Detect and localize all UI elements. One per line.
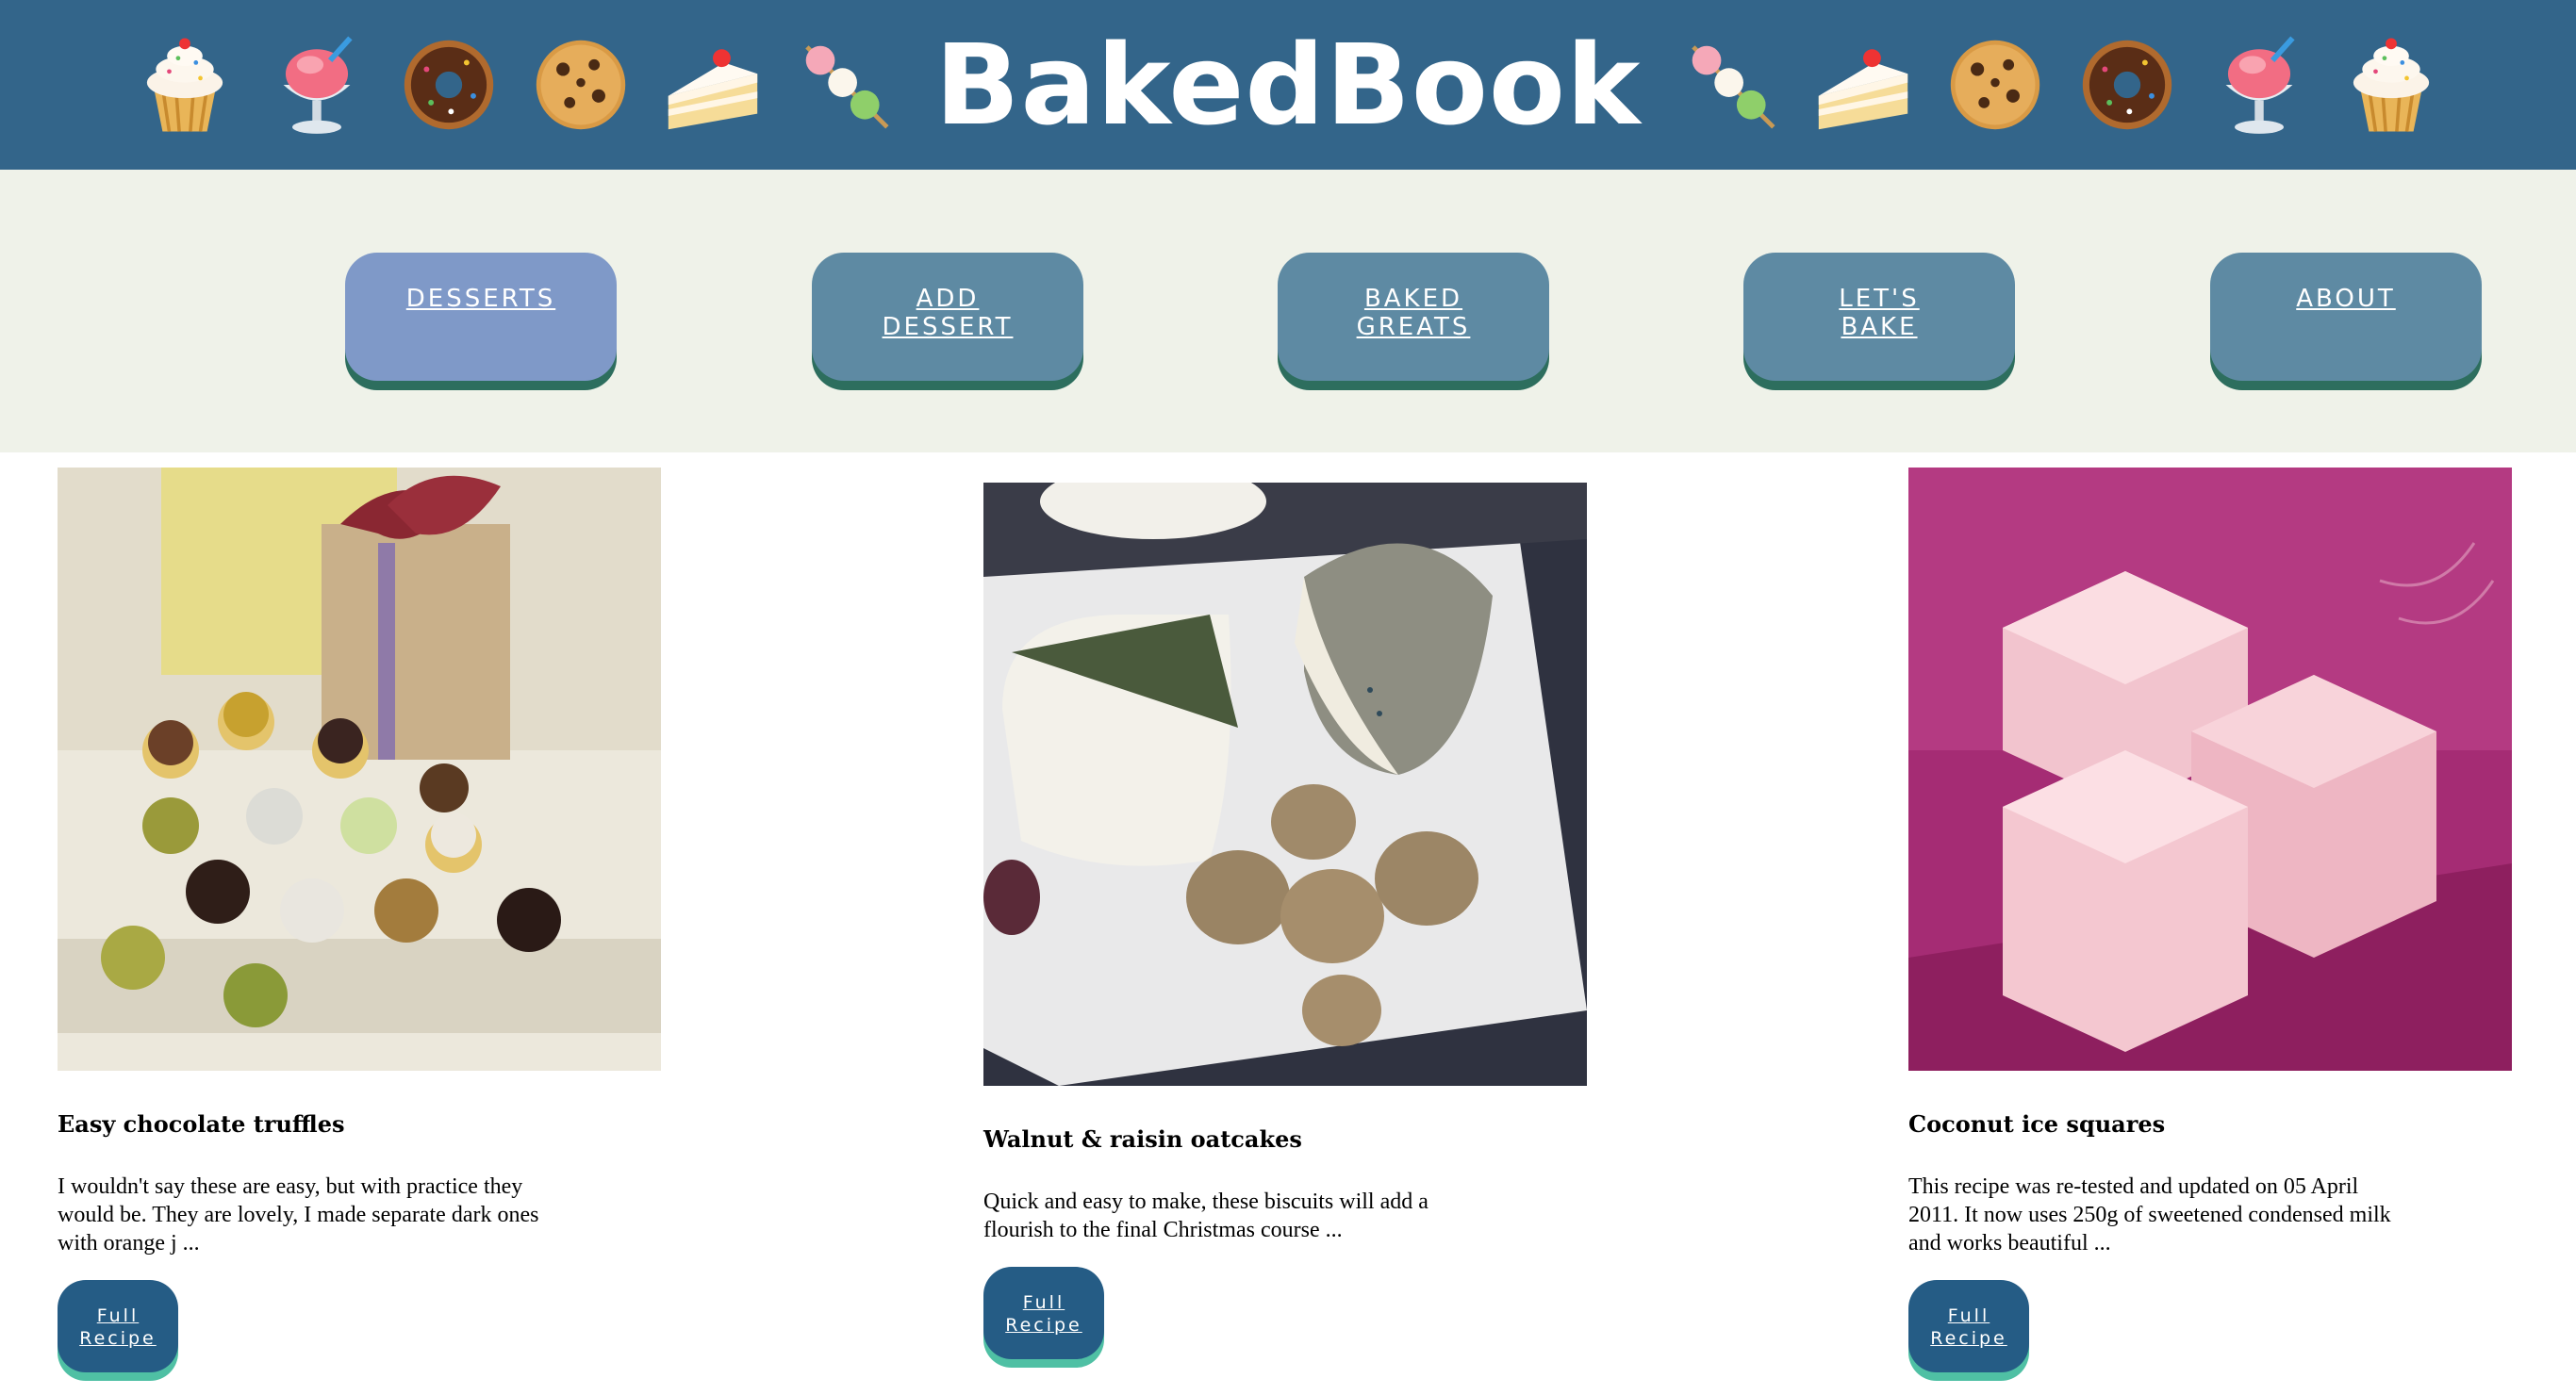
- recipe-card: Coconut ice squares This recipe was re-t…: [1908, 468, 2512, 1372]
- nav-about-button[interactable]: About: [2210, 253, 2482, 381]
- button-label: Full: [1022, 1292, 1065, 1313]
- button-label: Recipe: [1005, 1315, 1082, 1336]
- site-title: BakedBook: [934, 20, 1642, 150]
- shaved-ice-icon: [251, 19, 383, 151]
- recipe-title: Easy chocolate truffles: [58, 1110, 345, 1138]
- nav-label: Let's: [1839, 285, 1920, 313]
- nav-label: Desserts: [405, 285, 556, 313]
- title-row: BakedBook: [119, 19, 2458, 151]
- recipe-card: Walnut & raisin oatcakes Quick and easy …: [983, 483, 1587, 1359]
- button-label: Recipe: [79, 1328, 157, 1349]
- oatcakes-cheese-photo[interactable]: [983, 483, 1587, 1086]
- dango-icon: [1665, 19, 1797, 151]
- nav-baked-greats-button[interactable]: Baked Greats: [1278, 253, 1549, 381]
- recipe-description: Quick and easy to make, these biscuits w…: [983, 1190, 1428, 1242]
- doughnut-icon: [383, 19, 515, 151]
- nav-label: Baked: [1363, 285, 1463, 313]
- nav-lets-bake-button[interactable]: Let's Bake: [1743, 253, 2015, 381]
- doughnut-icon: [2061, 19, 2193, 151]
- shaved-ice-icon: [2193, 19, 2325, 151]
- cupcake-icon: [2325, 19, 2457, 151]
- nav-add-dessert-button[interactable]: Add Dessert: [812, 253, 1083, 381]
- nav-label: Add: [916, 285, 980, 313]
- chocolate-truffles-photo[interactable]: [58, 468, 661, 1071]
- nav-desserts-button[interactable]: Desserts: [345, 253, 617, 381]
- recipe-title: Walnut & raisin oatcakes: [983, 1125, 1302, 1153]
- shortcake-icon: [1797, 19, 1929, 151]
- nav-label: Bake: [1841, 313, 1918, 341]
- site-header: BakedBook: [0, 0, 2576, 170]
- full-recipe-button[interactable]: Full Recipe: [1908, 1280, 2029, 1372]
- shortcake-icon: [647, 19, 779, 151]
- coconut-ice-photo[interactable]: [1908, 468, 2512, 1071]
- recipe-card: Easy chocolate truffles I wouldn't say t…: [58, 468, 661, 1372]
- cookie-icon: [1929, 19, 2061, 151]
- nav-label: About: [2296, 285, 2396, 313]
- recipe-title: Coconut ice squares: [1908, 1110, 2166, 1138]
- nav-label: Greats: [1356, 313, 1471, 341]
- cookie-icon: [515, 19, 647, 151]
- button-label: Full: [1947, 1305, 1990, 1326]
- recipe-description: This recipe was re-tested and updated on…: [1908, 1174, 2391, 1256]
- nav-label: Dessert: [882, 313, 1014, 341]
- full-recipe-button[interactable]: Full Recipe: [983, 1267, 1104, 1359]
- full-recipe-button[interactable]: Full Recipe: [58, 1280, 178, 1372]
- dango-icon: [779, 19, 911, 151]
- button-label: Recipe: [1930, 1328, 2007, 1349]
- recipe-description: I wouldn't say these are easy, but with …: [58, 1174, 539, 1256]
- main-nav: Desserts Add Dessert Baked Greats Let's …: [0, 170, 2576, 452]
- button-label: Full: [96, 1305, 140, 1326]
- cupcake-icon: [119, 19, 251, 151]
